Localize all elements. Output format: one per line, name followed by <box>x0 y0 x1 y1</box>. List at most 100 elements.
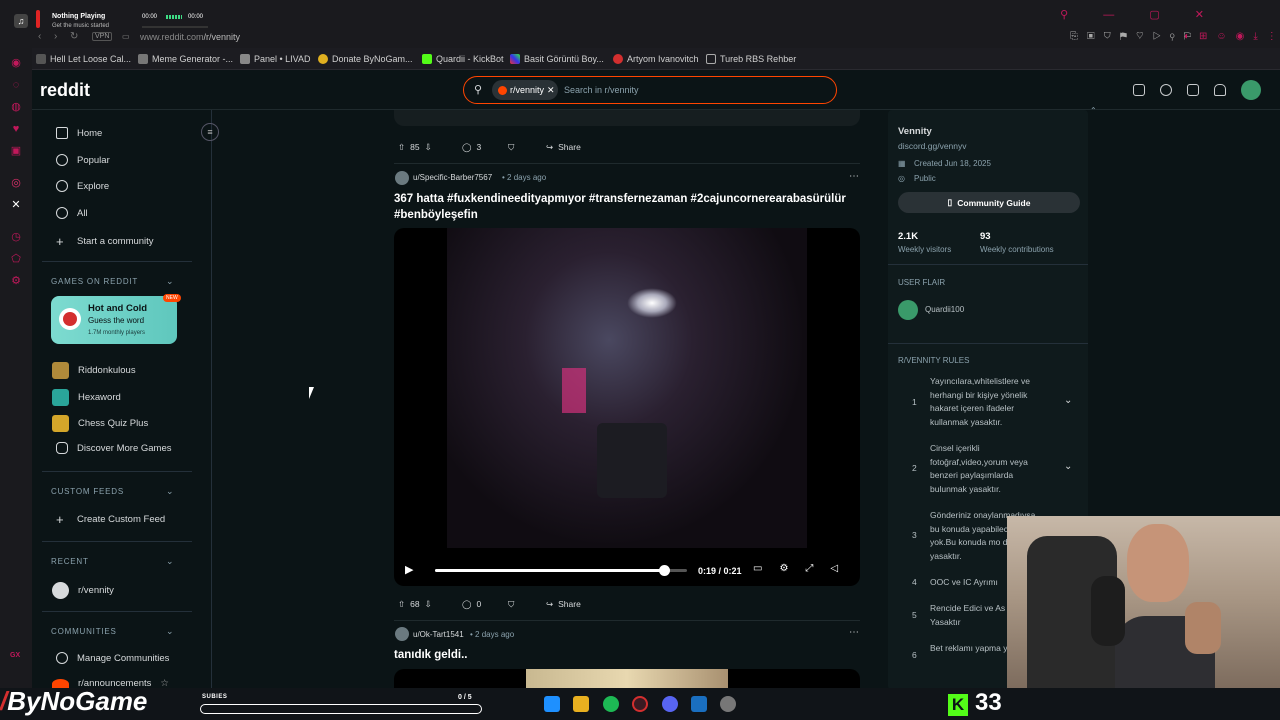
award-button[interactable]: ⛉ <box>508 595 514 613</box>
more-options-icon[interactable]: ⋯ <box>849 627 859 638</box>
nav-popular[interactable]: Popular <box>56 154 110 166</box>
custom-feeds-header[interactable]: CUSTOM FEEDS <box>51 487 124 496</box>
collapse-sidebar-icon[interactable]: ≡ <box>201 123 219 141</box>
reddit-logo[interactable]: reddit <box>40 80 90 101</box>
ads-icon[interactable] <box>1133 84 1145 96</box>
bookmark-item[interactable]: Artyom Ivanovitch <box>613 52 699 66</box>
notification-bell-icon[interactable] <box>1214 84 1226 96</box>
featured-game-card[interactable]: Hot and Cold Guess the word 1.7M monthly… <box>51 296 177 344</box>
create-post-icon[interactable] <box>1187 84 1199 96</box>
back-icon[interactable]: ‹ <box>38 31 41 42</box>
opera-icon[interactable]: ◉ <box>9 56 23 70</box>
downvote-icon[interactable]: ⇩ <box>425 599 432 610</box>
game-item[interactable]: Chess Quiz Plus <box>52 415 148 432</box>
bookmark-item[interactable]: Tureb RBS Rehber <box>706 52 796 66</box>
opera-browser-icon[interactable] <box>632 696 648 712</box>
url-text[interactable]: www.reddit.com/r/vennity <box>140 32 240 42</box>
post-title[interactable]: tanıdık geldi.. <box>394 649 467 661</box>
bookmark-item[interactable]: Quardii - KickBot <box>422 52 504 66</box>
comments-button[interactable]: ◯ 3 <box>462 138 481 156</box>
instagram-icon[interactable]: ◎ <box>9 176 23 190</box>
reload-icon[interactable]: ↻ <box>70 31 78 42</box>
post-media[interactable] <box>394 669 860 688</box>
chat-icon[interactable] <box>1160 84 1172 96</box>
vpn-badge[interactable]: VPN <box>92 32 113 41</box>
chevron-down-icon[interactable]: ⌄ <box>166 556 174 567</box>
x-icon[interactable]: ✕ <box>9 198 23 212</box>
search-input[interactable]: Search in r/vennity <box>564 85 639 95</box>
file-explorer-icon[interactable] <box>573 696 589 712</box>
heart-icon[interactable]: ♥ <box>9 122 23 136</box>
messenger-icon[interactable]: ◌ <box>9 78 23 92</box>
nav-explore[interactable]: Explore <box>56 180 109 192</box>
toolbar-icons[interactable]: ⎘▣⛉⚑♡▷⚲⚐ <box>1070 31 1200 42</box>
bookmark-item[interactable]: Meme Generator -... <box>138 52 233 66</box>
forward-icon[interactable]: › <box>54 31 57 42</box>
extension-icons[interactable]: ◐⊞☺◉⤓⋮ <box>1184 31 1280 42</box>
settings-icon[interactable]: ⚙ <box>9 274 23 288</box>
gx-icon[interactable]: GX <box>10 652 20 659</box>
game-item[interactable]: Riddonkulous <box>52 362 136 379</box>
share-button[interactable]: ↪ Share <box>546 595 581 613</box>
rule-text[interactable]: Yayıncılara,whitelistlere ve herhangi bi… <box>930 375 1042 429</box>
more-options-icon[interactable]: ⋯ <box>849 171 859 182</box>
scroll-up-icon[interactable]: ⌃ <box>1090 106 1097 115</box>
post-author[interactable]: u/Ok-Tart1541 <box>413 630 464 639</box>
share-button[interactable]: ↪ Share <box>546 138 581 156</box>
chevron-down-icon[interactable]: ⌄ <box>166 486 174 497</box>
downvote-icon[interactable]: ⇩ <box>425 142 432 153</box>
community-guide-button[interactable]: ▯ Community Guide <box>898 192 1080 213</box>
upvote-icon[interactable]: ⇧ <box>398 142 405 153</box>
author-avatar[interactable] <box>395 171 409 185</box>
chevron-down-icon[interactable]: ⌄ <box>1064 461 1072 472</box>
games-section-header[interactable]: GAMES ON REDDIT <box>51 277 138 286</box>
video-controls[interactable]: ▭⚙⤢◁ <box>753 563 855 574</box>
award-button[interactable]: ⛉ <box>508 138 514 156</box>
video-seekbar[interactable] <box>435 565 687 576</box>
rule-text[interactable]: Cinsel içerikli fotoğraf,video,yorum vey… <box>930 442 1042 496</box>
bookmark-item[interactable]: Panel • LIVAD <box>240 52 311 66</box>
recent-item[interactable]: r/vennity <box>52 582 114 599</box>
comments-button[interactable]: ◯ 0 <box>462 595 481 613</box>
bookmark-item[interactable]: Donate ByNoGam... <box>318 52 413 66</box>
app-icon[interactable] <box>691 696 707 712</box>
flair-user[interactable]: Quardii100 <box>925 305 964 314</box>
post-title[interactable]: 367 hatta #fuxkendineedityapmıyor #trans… <box>394 191 860 223</box>
window-controls[interactable]: ⚲ — ▢ ✕ <box>1060 8 1220 21</box>
recent-header[interactable]: RECENT <box>51 557 89 566</box>
player-icon[interactable]: ▣ <box>9 144 23 158</box>
game-item[interactable]: Hexaword <box>52 389 121 406</box>
author-avatar[interactable] <box>395 627 409 641</box>
communities-header[interactable]: COMMUNITIES <box>51 627 117 636</box>
close-icon[interactable]: ✕ <box>547 85 555 96</box>
chevron-down-icon[interactable]: ⌄ <box>1064 395 1072 406</box>
community-link[interactable]: discord.gg/vennyv <box>898 141 967 151</box>
discover-games[interactable]: Discover More Games <box>56 442 172 454</box>
address-bar[interactable]: ‹ › ↻ VPN ▭ www.reddit.com/r/vennity ⎘▣⛉… <box>32 28 1280 48</box>
play-icon[interactable]: ▶ <box>405 563 413 576</box>
nav-start-community[interactable]: + Start a community <box>56 234 154 249</box>
bookmark-item[interactable]: Hell Let Loose Cal... <box>36 52 131 66</box>
previous-post-media[interactable] <box>394 110 860 126</box>
chevron-down-icon[interactable]: ⌄ <box>166 276 174 287</box>
windows-start-icon[interactable] <box>544 696 560 712</box>
spotify-icon[interactable] <box>603 696 619 712</box>
vote-group[interactable]: ⇧ 68 ⇩ <box>398 595 432 613</box>
discord-icon[interactable] <box>662 696 678 712</box>
user-avatar[interactable] <box>1241 80 1261 100</box>
vote-group[interactable]: ⇧ 85 ⇩ <box>398 138 432 156</box>
subreddit-chip[interactable]: r/vennity ✕ <box>492 80 558 100</box>
pin-icon[interactable]: ⬠ <box>9 252 23 266</box>
page-info-icon[interactable]: ▭ <box>122 32 130 41</box>
nav-home[interactable]: Home <box>56 127 102 139</box>
steam-icon[interactable] <box>720 696 736 712</box>
chevron-down-icon[interactable]: ⌄ <box>166 626 174 637</box>
manage-communities[interactable]: Manage Communities <box>56 652 169 664</box>
post-author[interactable]: u/Specific-Barber7567 <box>413 173 492 182</box>
upvote-icon[interactable]: ⇧ <box>398 599 405 610</box>
bookmark-item[interactable]: Basit Görüntü Boy... <box>510 52 604 66</box>
history-icon[interactable]: ◷ <box>9 230 23 244</box>
create-custom-feed[interactable]: + Create Custom Feed <box>56 512 165 527</box>
shop-icon[interactable]: ◍ <box>9 100 23 114</box>
nav-all[interactable]: All <box>56 207 88 219</box>
